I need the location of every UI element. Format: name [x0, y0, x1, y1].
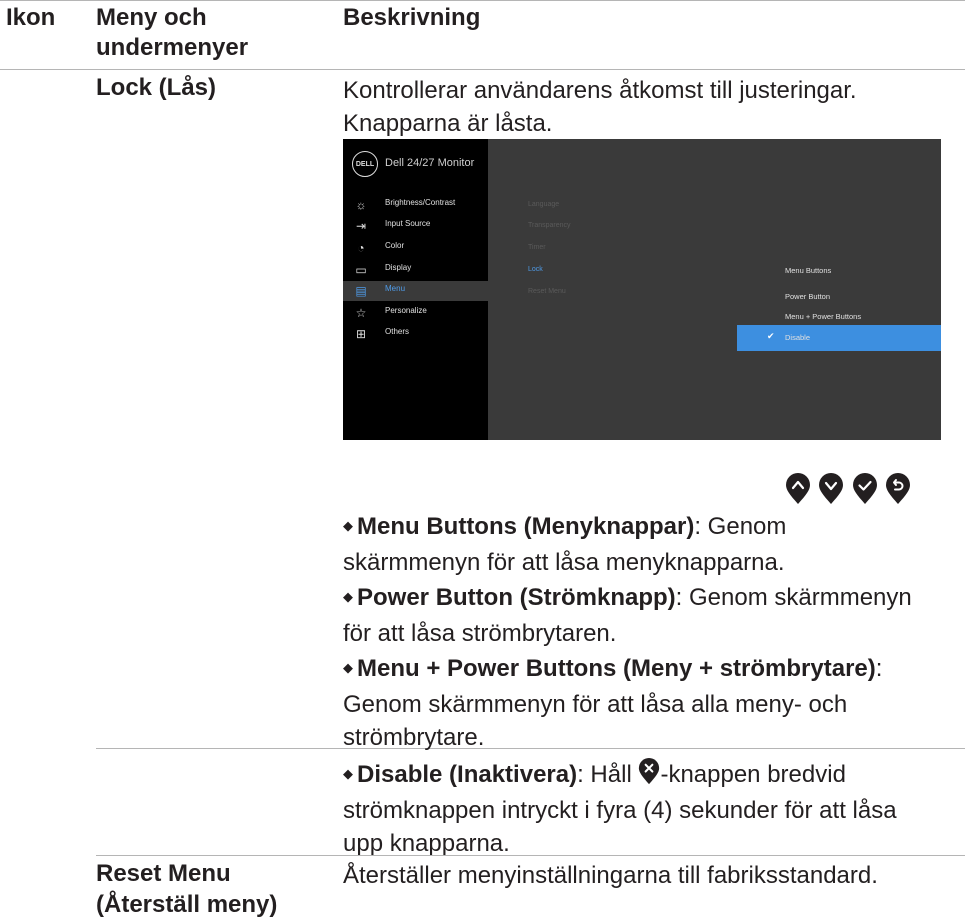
osd-opt-menu-buttons[interactable]: Menu Buttons — [737, 258, 941, 284]
down-button-icon — [818, 473, 844, 505]
osd-item-others[interactable]: ⊞ Others — [343, 324, 488, 344]
row-divider-reset — [96, 855, 965, 856]
osd-main-menu: DELL Dell 24/27 Monitor ☼ Brightness/Con… — [343, 139, 488, 440]
check-button-icon — [852, 473, 878, 505]
bullet-text: : — [875, 655, 883, 682]
col-header-menu-line2: undermenyer — [96, 34, 249, 61]
bullet-menu-buttons: ◆ Menu Buttons (Menyknappar): Genom skärm… — [343, 510, 958, 579]
osd-item-brightness[interactable]: ☼ Brightness/Contrast — [343, 195, 488, 215]
osd-item-label: Brightness/Contrast — [385, 198, 456, 207]
display-icon: ▭ — [355, 263, 367, 277]
bullet-text: strömbrytare. — [343, 724, 485, 751]
lock-desc-line1: Kontrollerar användarens åtkomst till ju… — [343, 77, 857, 104]
osd-opt-label: Power Button — [785, 292, 831, 301]
lock-desc-line2: Knapparna är låsta. — [343, 110, 553, 137]
bullet-power-button: ◆ Power Button (Strömknapp): Genom skärmm… — [343, 581, 958, 650]
dell-logo: DELL — [352, 151, 378, 177]
osd-sub-reset-menu[interactable]: Reset Menu — [528, 288, 566, 295]
lock-description: Kontrollerar användarens åtkomst till ju… — [343, 74, 943, 140]
osd-sub-transparency[interactable]: Transparency — [528, 222, 571, 229]
col-header-menu-line1: Meny och — [96, 4, 207, 31]
input-source-icon: ⇥ — [355, 219, 367, 233]
check-icon: ✔ — [767, 331, 775, 341]
col-header-desc: Beskrivning — [343, 4, 481, 31]
up-button-icon — [785, 473, 811, 505]
color-icon: ◔ — [357, 241, 365, 255]
row-name-reset-menu: Reset Menu (Återställ meny) — [96, 858, 277, 920]
bullet-menu-power-buttons: ◆ Menu + Power Buttons (Meny + strömbryta… — [343, 652, 958, 754]
osd-item-input-source[interactable]: ⇥ Input Source — [343, 216, 488, 236]
bullet-text: : Genom skärmmenyn — [675, 584, 912, 611]
bullet-text: för att låsa strömbrytaren. — [343, 620, 617, 647]
col-header-icon: Ikon — [6, 4, 56, 31]
header-rule — [0, 69, 965, 70]
reset-name-line1: Reset Menu — [96, 860, 231, 887]
bullet-diamond-icon: ◆ — [343, 518, 353, 533]
bullet-text: : Genom — [694, 513, 787, 540]
osd-sub-language[interactable]: Language — [528, 201, 559, 208]
close-button-icon — [638, 758, 660, 785]
bullet-title: Disable (Inaktivera) — [357, 761, 578, 788]
bullet-title: Menu + Power Buttons (Meny + strömbrytar… — [357, 655, 876, 682]
bullet-text: Genom skärmmenyn för att låsa alla meny-… — [343, 691, 848, 718]
osd-item-label: Menu — [385, 284, 406, 293]
bullet-title: Menu Buttons (Menyknappar) — [357, 513, 695, 540]
top-rule — [0, 0, 965, 1]
bullet-text: : Håll — [577, 761, 639, 788]
star-icon: ☆ — [355, 306, 367, 320]
osd-screenshot: DELL Dell 24/27 Monitor ☼ Brightness/Con… — [343, 139, 941, 440]
bullet-disable: ◆ Disable (Inaktivera): Håll -knappen bre… — [343, 758, 958, 860]
bullet-text: -knappen bredvid — [660, 761, 846, 788]
bullet-title: Power Button (Strömknapp) — [357, 584, 676, 611]
bullet-text: skärmmenyn för att låsa menyknapparna. — [343, 549, 785, 576]
bullet-text: strömknappen intryckt i fyra (4) sekunde… — [343, 797, 897, 824]
osd-item-display[interactable]: ▭ Display — [343, 260, 488, 280]
osd-opt-label: Menu + Power Buttons — [785, 312, 862, 321]
row-name-lock: Lock (Lås) — [96, 74, 217, 101]
osd-item-label: Others — [385, 327, 410, 336]
osd-item-label: Display — [385, 263, 412, 272]
osd-opt-label: Menu Buttons — [785, 266, 832, 275]
osd-sub-lock[interactable]: Lock — [528, 266, 543, 273]
brightness-icon: ☼ — [355, 198, 367, 212]
osd-title: Dell 24/27 Monitor — [385, 157, 475, 169]
bullet-diamond-icon: ◆ — [343, 766, 353, 781]
osd-item-label: Personalize — [385, 306, 427, 315]
osd-item-menu[interactable]: ▤ Menu — [343, 281, 488, 301]
col-header-menu: Meny och undermenyer — [96, 3, 248, 63]
menu-icon: ▤ — [355, 284, 367, 298]
reset-name-line2: (Återställ meny) — [96, 891, 278, 918]
osd-opt-disable[interactable]: ✔ Disable — [737, 325, 941, 351]
osd-item-label: Input Source — [385, 219, 431, 228]
osd-item-personalize[interactable]: ☆ Personalize — [343, 303, 488, 323]
others-icon: ⊞ — [355, 327, 367, 341]
osd-opt-label: Disable — [785, 333, 811, 342]
osd-item-label: Color — [385, 241, 405, 250]
bullet-diamond-icon: ◆ — [343, 589, 353, 604]
osd-item-color[interactable]: ◔ Color — [343, 238, 488, 258]
back-button-icon — [885, 473, 911, 505]
reset-description: Återställer menyinställningarna till fab… — [343, 862, 878, 889]
bullet-diamond-icon: ◆ — [343, 660, 353, 675]
osd-sub-timer[interactable]: Timer — [528, 244, 546, 251]
